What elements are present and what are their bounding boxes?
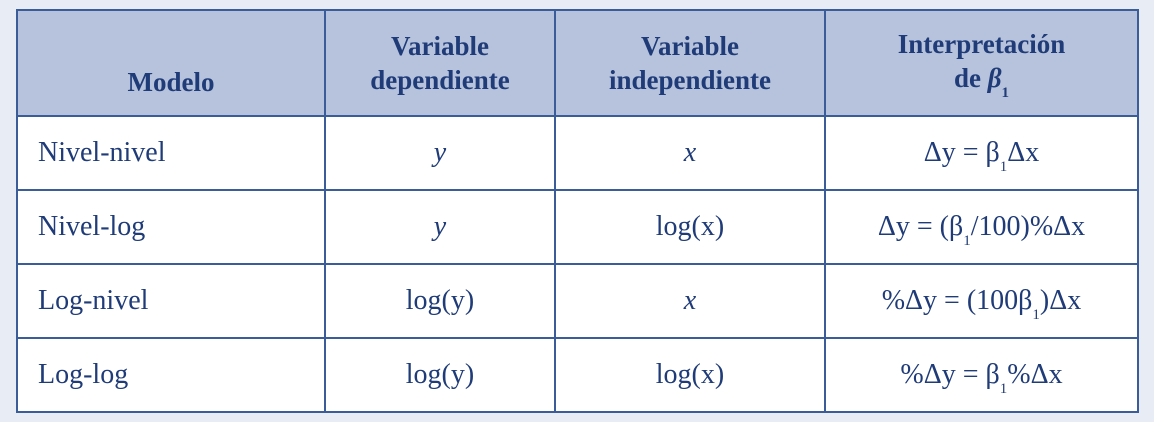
formula-subscript: 1 xyxy=(999,381,1008,397)
independiente-value: log(x) xyxy=(655,211,725,242)
cell-modelo: Log-nivel xyxy=(16,263,326,339)
cell-dependiente: log(y) xyxy=(324,337,556,413)
independiente-value: x xyxy=(683,137,697,168)
cell-independiente: log(x) xyxy=(554,337,826,413)
header-beta-subscript: 1 xyxy=(1001,84,1010,101)
dependiente-value: log(y) xyxy=(405,285,475,316)
cell-interpretacion: Δy = β1Δx xyxy=(824,115,1139,191)
formula-part-a: %Δy = β xyxy=(900,359,1000,390)
header-variable-dependiente: Variable dependiente xyxy=(324,9,556,117)
formula-part-b: /100)%Δx xyxy=(970,211,1086,242)
formula-part-a: Δy = β xyxy=(923,137,1000,168)
header-interpretacion-line2: de β1 xyxy=(832,61,1131,101)
cell-dependiente: log(y) xyxy=(324,263,556,339)
independiente-value: x xyxy=(683,285,697,316)
formula-subscript: 1 xyxy=(999,159,1008,175)
table-row: Nivel-log y log(x) Δy = (β1/100)%Δx xyxy=(16,189,1139,265)
formula-part-a: Δy = (β xyxy=(877,211,964,242)
header-interpretacion: Interpretación de β1 xyxy=(824,9,1139,117)
dependiente-value: y xyxy=(433,137,447,168)
header-beta-symbol: β xyxy=(987,62,1002,93)
functional-forms-table: Modelo Variable dependiente Variable ind… xyxy=(16,9,1139,413)
header-variable-independiente: Variable independiente xyxy=(554,9,826,117)
formula-part-b: )Δx xyxy=(1039,285,1082,316)
header-independiente-line1: Variable xyxy=(640,31,739,61)
formula-subscript: 1 xyxy=(963,233,971,249)
table-row: Log-log log(y) log(x) %Δy = β1%Δx xyxy=(16,337,1139,413)
cell-independiente: x xyxy=(554,115,826,191)
table-frame: Modelo Variable dependiente Variable ind… xyxy=(16,9,1139,413)
table-row: Nivel-nivel y x Δy = β1Δx xyxy=(16,115,1139,191)
cell-modelo: Nivel-nivel xyxy=(16,115,326,191)
header-independiente-line2: independiente xyxy=(608,65,772,95)
cell-independiente: x xyxy=(554,263,826,339)
dependiente-value: log(y) xyxy=(405,359,475,390)
formula-part-a: %Δy = (100β xyxy=(881,285,1033,316)
cell-modelo: Log-log xyxy=(16,337,326,413)
header-interpretacion-prefix: de xyxy=(953,62,988,93)
cell-modelo: Nivel-log xyxy=(16,189,326,265)
header-dependiente-line1: Variable xyxy=(390,31,489,61)
cell-interpretacion: %Δy = β1%Δx xyxy=(824,337,1139,413)
cell-interpretacion: %Δy = (100β1)Δx xyxy=(824,263,1139,339)
header-dependiente-line2: dependiente xyxy=(370,65,510,95)
header-modelo: Modelo xyxy=(16,9,326,117)
formula-part-b: Δx xyxy=(1007,137,1040,168)
cell-dependiente: y xyxy=(324,115,556,191)
formula-part-b: %Δx xyxy=(1007,359,1063,390)
formula-subscript: 1 xyxy=(1032,307,1040,323)
cell-interpretacion: Δy = (β1/100)%Δx xyxy=(824,189,1139,265)
cell-dependiente: y xyxy=(324,189,556,265)
independiente-value: log(x) xyxy=(655,359,725,390)
header-modelo-label: Modelo xyxy=(127,67,215,97)
header-row: Modelo Variable dependiente Variable ind… xyxy=(16,9,1139,117)
dependiente-value: y xyxy=(433,211,447,242)
table-row: Log-nivel log(y) x %Δy = (100β1)Δx xyxy=(16,263,1139,339)
header-interpretacion-line1: Interpretación xyxy=(897,28,1066,59)
cell-independiente: log(x) xyxy=(554,189,826,265)
